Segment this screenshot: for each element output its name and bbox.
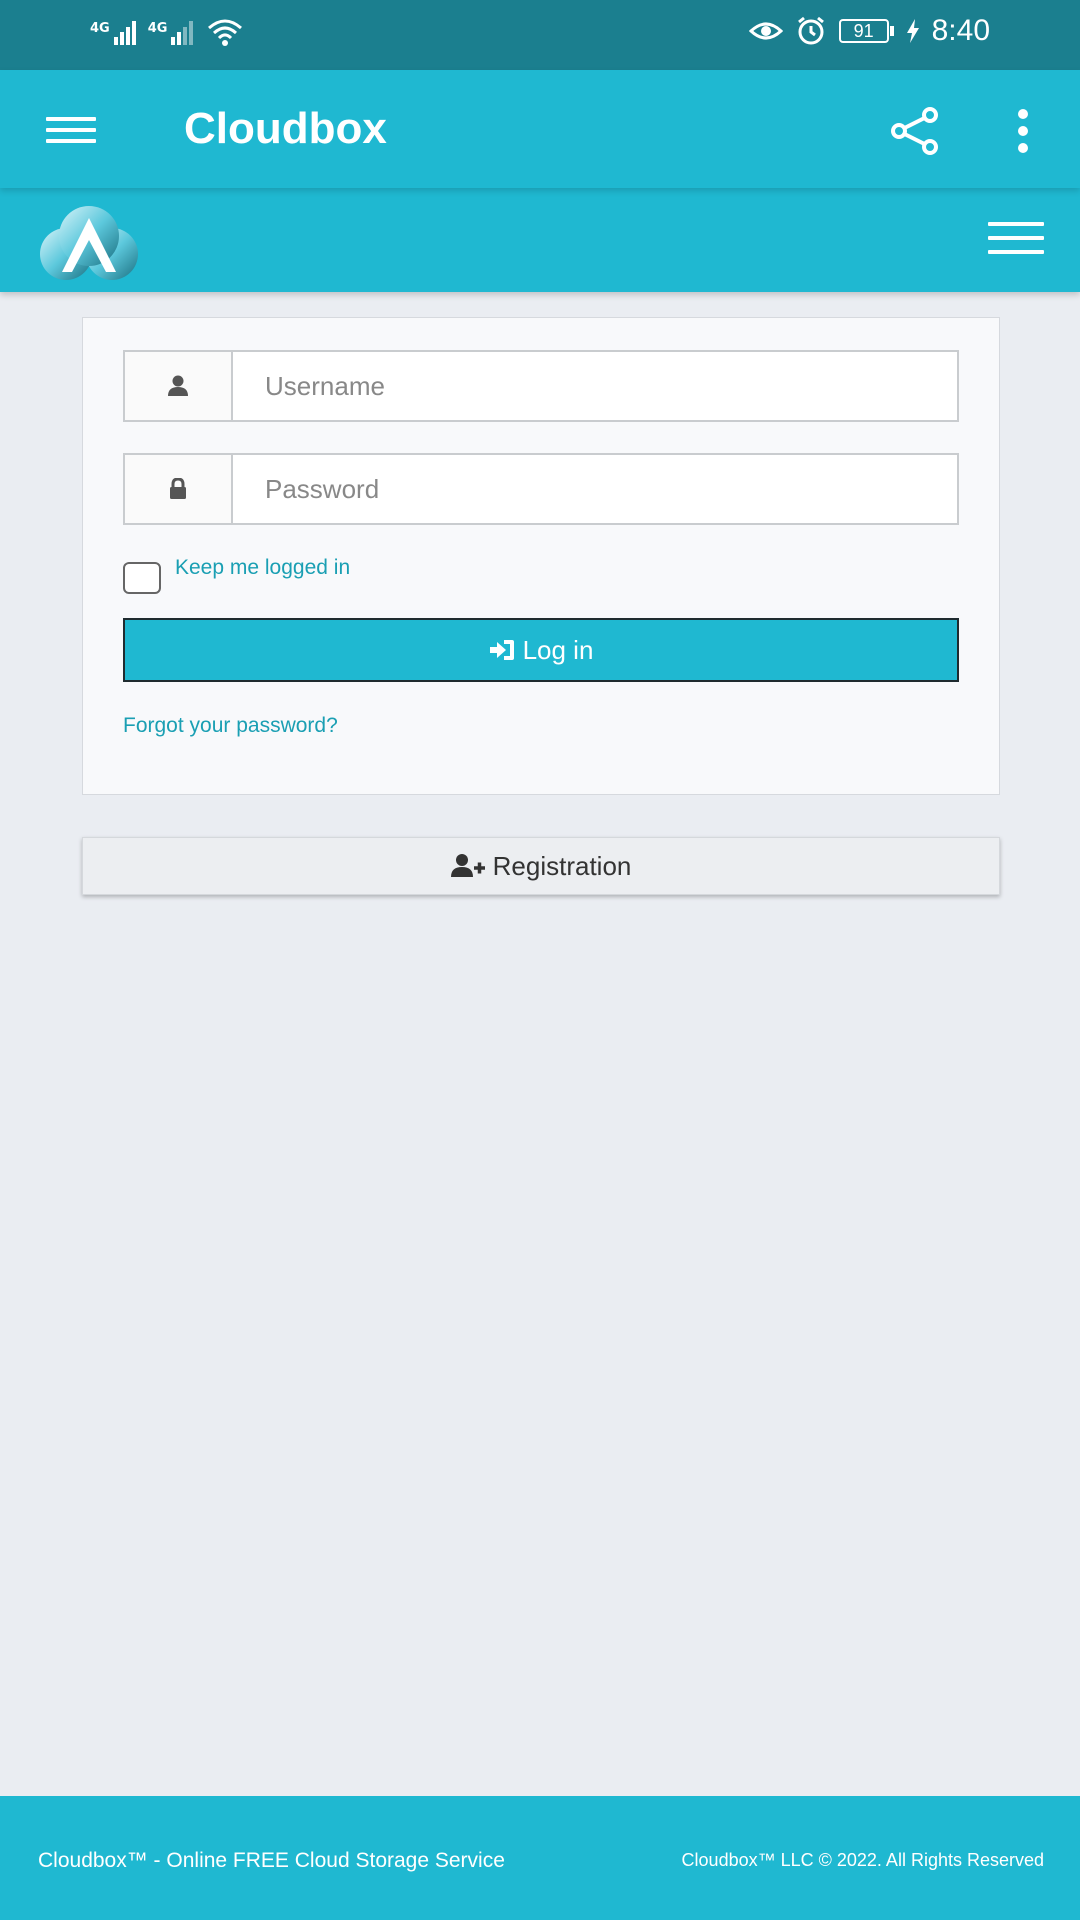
battery-level: 91 [838,19,889,43]
network-type-label: 4G [147,21,168,36]
user-plus-icon [450,854,485,877]
password-addon [125,455,233,523]
registration-button[interactable]: Registration [82,837,1000,895]
login-button[interactable]: Log in [123,618,959,682]
battery-icon: 91 [838,19,894,43]
password-input[interactable] [233,455,957,523]
app-bar: Cloudbox [0,70,1080,188]
status-bar: 4G 4G 91 8:40 [0,0,1080,70]
footer: Cloudbox™ - Online FREE Cloud Storage Se… [0,1796,1080,1920]
password-group [123,453,959,525]
username-input[interactable] [233,352,957,420]
remember-label[interactable]: Keep me logged in [175,556,350,580]
remember-me: Keep me logged in [123,556,350,594]
more-vert-icon[interactable] [1012,106,1034,156]
username-group [123,350,959,422]
wifi-icon [208,19,243,46]
signal-icon: 4G [90,21,136,45]
username-addon [125,352,233,420]
site-header [0,188,1080,292]
cloudbox-logo[interactable] [36,204,142,280]
remember-checkbox[interactable] [123,562,161,594]
charging-icon [906,19,919,43]
footer-copyright: Cloudbox™ LLC © 2022. All Rights Reserve… [681,1850,1044,1870]
eye-icon [748,22,783,40]
forgot-password-link[interactable]: Forgot your password? [123,714,338,738]
lock-icon [170,478,186,499]
clock: 8:40 [931,14,990,47]
login-panel: Keep me logged in Log in Forgot your pas… [82,317,1000,795]
user-icon [168,375,188,396]
registration-label: Registration [492,850,632,881]
status-left: 4G 4G [90,18,245,48]
app-title: Cloudbox [184,104,387,153]
menu-icon[interactable] [46,117,96,143]
signal-icon: 4G [148,21,194,45]
network-type-label: 4G [90,21,110,36]
hamburger-menu-icon[interactable] [988,222,1044,254]
login-button-label: Log in [522,634,594,665]
share-icon[interactable] [890,106,940,156]
status-right: 91 8:40 [748,14,990,48]
footer-tagline: Cloudbox™ - Online FREE Cloud Storage Se… [38,1849,505,1872]
sign-in-icon [489,640,514,660]
alarm-icon [797,16,824,45]
